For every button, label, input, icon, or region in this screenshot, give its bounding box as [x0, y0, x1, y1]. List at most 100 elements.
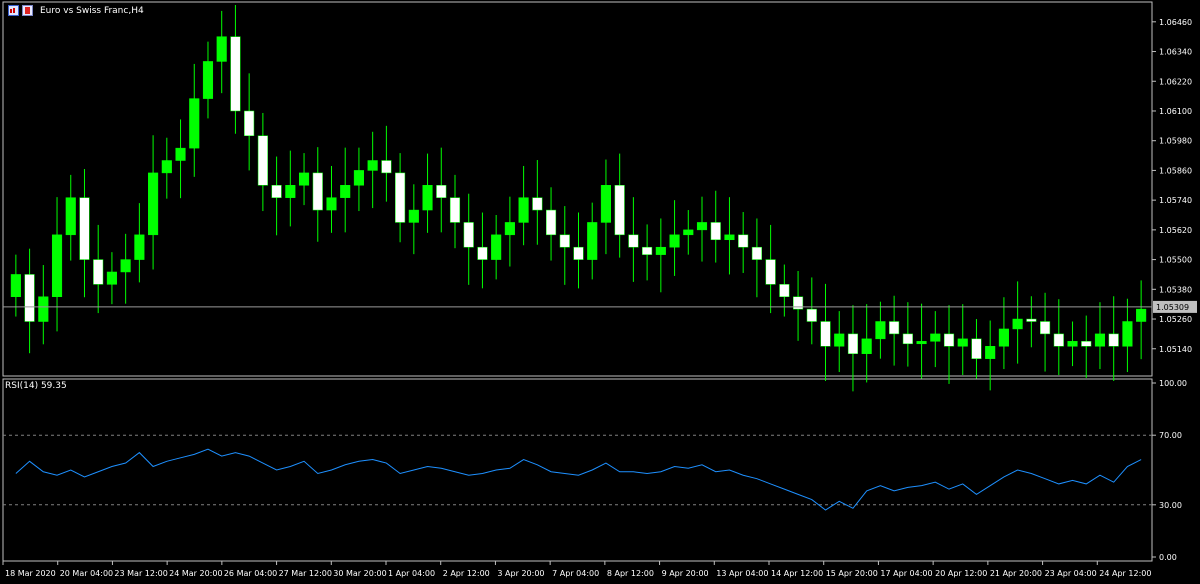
time-tick-label: 23 Mar 12:00 [114, 569, 167, 578]
candle-body [230, 36, 241, 112]
price-tick-label: 1.05500 [1159, 256, 1192, 265]
candle-body [930, 333, 941, 342]
candle-body [10, 274, 21, 297]
rsi-line [15, 448, 1142, 511]
candle-body [614, 185, 625, 236]
candle-body [738, 234, 749, 248]
candle-body [65, 197, 76, 236]
candle-body [408, 209, 419, 223]
candle-body [1053, 333, 1064, 347]
price-tick-label: 1.05740 [1159, 196, 1192, 205]
time-tick-label: 20 Apr 12:00 [935, 569, 987, 578]
candle-body [51, 234, 63, 297]
candle-body [24, 274, 35, 322]
candle-body [943, 333, 955, 347]
candle-body [518, 197, 529, 223]
time-tick-label: 7 Apr 04:00 [552, 569, 599, 578]
candle-body [381, 160, 392, 174]
candle-body [436, 185, 447, 198]
candle-body [1094, 333, 1106, 347]
rsi-tick-label: 70.00 [1159, 431, 1182, 440]
candle-body [285, 185, 296, 198]
candle-body [1081, 341, 1092, 347]
candle-body [175, 147, 186, 161]
candle-body [134, 234, 145, 260]
candle-body [916, 341, 927, 345]
candle-body [1067, 341, 1078, 347]
candle-body [257, 135, 268, 186]
candle-body [600, 185, 611, 223]
candle-body [559, 234, 570, 248]
candle-body [491, 234, 502, 260]
candle-body [1040, 321, 1051, 335]
candle-body [161, 160, 172, 174]
candle-body [271, 185, 282, 198]
time-tick-label: 9 Apr 20:00 [662, 569, 709, 578]
time-tick-label: 26 Mar 04:00 [224, 569, 277, 578]
candle-body [202, 61, 214, 99]
candle-body [422, 185, 433, 211]
candle-body [326, 197, 337, 211]
rsi-tick-label: 100.00 [1159, 379, 1187, 388]
candle-body [861, 338, 872, 354]
time-tick-label: 17 Apr 04:00 [880, 569, 932, 578]
candle-body [353, 170, 364, 186]
time-tick-label: 21 Apr 20:00 [990, 569, 1042, 578]
candle-body [779, 284, 790, 297]
candle-body [875, 321, 886, 340]
candle-body [1136, 308, 1147, 322]
candle-body [628, 234, 639, 248]
candle-body [669, 234, 680, 248]
candle-body [902, 333, 913, 345]
price-tick-label: 1.05140 [1159, 345, 1192, 354]
price-tick-label: 1.05860 [1159, 166, 1192, 175]
candle-body [889, 321, 900, 335]
time-tick-label: 30 Mar 20:00 [333, 569, 386, 578]
price-tick-label: 1.06100 [1159, 107, 1192, 116]
time-tick-label: 24 Apr 12:00 [1099, 569, 1151, 578]
price-panel-frame [2, 1, 1153, 377]
candle-body [696, 222, 708, 231]
candle-body [546, 209, 557, 236]
time-tick-label: 27 Mar 12:00 [279, 569, 332, 578]
candle-body [1012, 318, 1023, 330]
candle-body [820, 321, 831, 347]
time-tick-label: 3 Apr 20:00 [497, 569, 544, 578]
candle-body [1026, 318, 1037, 322]
time-tick-label: 2 Apr 12:00 [443, 569, 490, 578]
time-tick-label: 24 Mar 20:00 [169, 569, 222, 578]
candle-body [38, 296, 49, 322]
candle-body [532, 197, 543, 211]
candle-body [463, 222, 474, 248]
candle-body [477, 246, 488, 260]
candle-body [710, 222, 721, 241]
candle-body [504, 222, 515, 236]
candle-body [765, 259, 776, 285]
candle-body [106, 271, 117, 285]
price-tick-label: 1.06460 [1159, 18, 1192, 27]
candle-body [367, 160, 378, 171]
price-tick-label: 1.05980 [1159, 137, 1192, 146]
candle-body [957, 338, 968, 347]
candle-body [93, 259, 104, 285]
candle-body [395, 172, 406, 223]
candle-body [806, 308, 817, 322]
price-tick-label: 1.05380 [1159, 285, 1192, 294]
rsi-tick-label: 30.00 [1159, 501, 1182, 510]
price-tick-label: 1.05260 [1159, 315, 1192, 324]
candle-body [120, 259, 131, 273]
time-tick-label: 1 Apr 04:00 [388, 569, 435, 578]
candle-body [340, 185, 351, 198]
candle-body [642, 246, 653, 255]
rsi-tick-label: 0.00 [1159, 553, 1177, 562]
indicator-panel-frame [2, 378, 1153, 562]
candle-body [244, 110, 255, 136]
candle-body [998, 328, 1009, 347]
time-tick-label: 15 Apr 20:00 [826, 569, 878, 578]
candle-body [216, 36, 227, 62]
price-chart[interactable]: 1.06460 1.06340 1.06220 1.06100 1.05980 1.058… [0, 0, 1200, 584]
candle-body [683, 229, 694, 236]
candle-body [655, 246, 666, 255]
candle-body [189, 98, 200, 149]
candle-body [724, 234, 735, 241]
